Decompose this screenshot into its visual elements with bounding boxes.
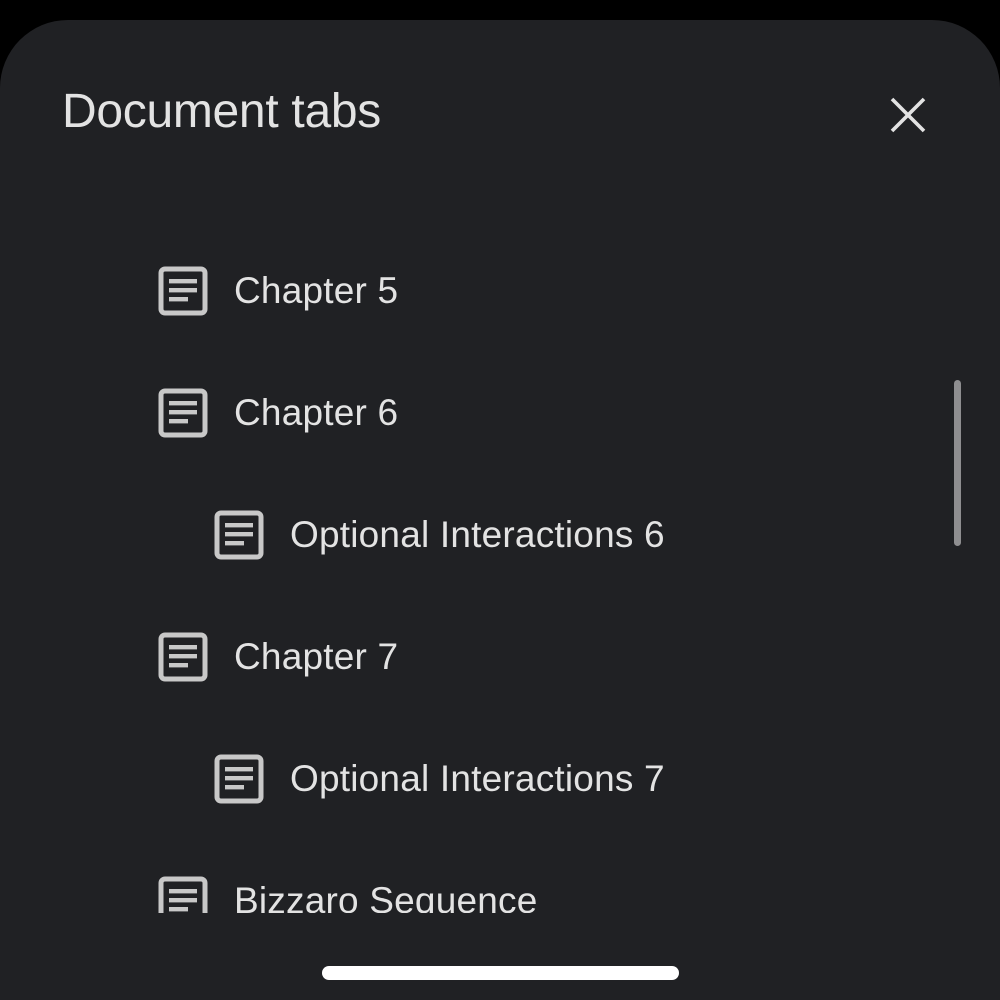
document-icon (214, 510, 264, 560)
tab-item-chapter-6[interactable]: Chapter 6 (158, 373, 398, 453)
tab-label: Optional Interactions 6 (290, 514, 665, 555)
document-tabs-sheet: Document tabs Chapter 5 Chapter 6 Option… (0, 20, 1000, 1000)
document-icon (158, 388, 208, 438)
tab-item-chapter-5[interactable]: Chapter 5 (158, 251, 398, 331)
document-icon (158, 266, 208, 316)
tab-list: Chapter 5 Chapter 6 Optional Interaction… (0, 20, 1000, 913)
scrollbar[interactable] (954, 380, 961, 546)
tab-item-optional-interactions-7[interactable]: Optional Interactions 7 (214, 739, 665, 819)
home-indicator[interactable] (322, 966, 679, 980)
tab-item-bizzaro-sequence[interactable]: Bizzaro Sequence (158, 861, 538, 913)
document-icon (158, 876, 208, 913)
tab-item-optional-interactions-6[interactable]: Optional Interactions 6 (214, 495, 665, 575)
tab-label: Bizzaro Sequence (234, 880, 538, 913)
tab-label: Optional Interactions 7 (290, 758, 665, 799)
tab-label: Chapter 6 (234, 392, 399, 433)
tab-item-chapter-7[interactable]: Chapter 7 (158, 617, 398, 697)
tab-label: Chapter 7 (234, 636, 399, 677)
document-icon (214, 754, 264, 804)
document-icon (158, 632, 208, 682)
tab-label: Chapter 5 (234, 270, 399, 311)
